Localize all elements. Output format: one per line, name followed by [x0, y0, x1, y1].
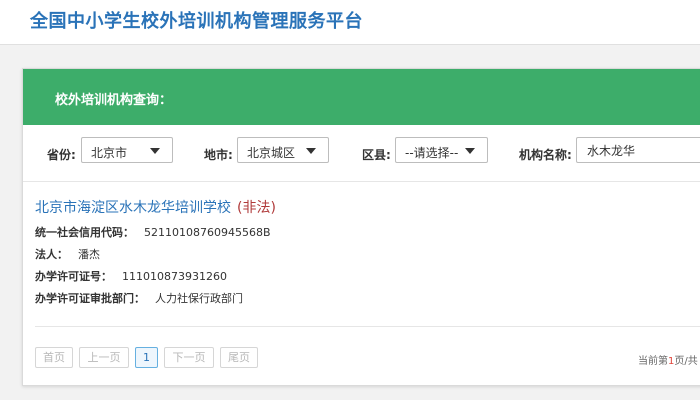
license-no-label: 办学许可证号：: [35, 270, 112, 283]
top-bar: 全国中小学生校外培训机构管理服务平台: [0, 0, 700, 45]
license-no-line: 办学许可证号： 111010873931260: [35, 268, 227, 284]
chevron-down-icon: [306, 148, 316, 154]
license-no-value: 111010873931260: [122, 270, 227, 283]
credit-code-label: 统一社会信用代码：: [35, 226, 134, 239]
last-page-button[interactable]: 尾页: [220, 347, 258, 368]
divider: [35, 326, 700, 327]
page-info-suffix: 页/共: [674, 356, 698, 367]
chevron-down-icon: [465, 148, 475, 154]
panel-title: 校外培训机构查询：: [55, 93, 173, 108]
page-1-button[interactable]: 1: [135, 347, 158, 368]
org-name-link[interactable]: 北京市海淀区水木龙华培训学校: [35, 200, 231, 216]
credit-code-value: 52110108760945568B: [144, 226, 271, 239]
site-title: 全国中小学生校外培训机构管理服务平台: [30, 11, 363, 32]
district-label: 区县:: [362, 148, 391, 162]
province-select-value: 北京市: [91, 146, 128, 160]
city-select-value: 北京城区: [247, 146, 296, 160]
prev-page-button[interactable]: 上一页: [79, 347, 129, 368]
panel-header: 校外培训机构查询：: [23, 69, 700, 125]
approval-dept-line: 办学许可证审批部门： 人力社保行政部门: [35, 290, 243, 306]
chevron-down-icon: [150, 148, 160, 154]
city-select[interactable]: 北京城区: [237, 137, 329, 163]
legal-person-line: 法人： 潘杰: [35, 246, 100, 262]
credit-code-line: 统一社会信用代码： 52110108760945568B: [35, 224, 271, 240]
search-panel: 校外培训机构查询： 省份: 北京市 地市: 北京城区 区县: --请选择-- 机…: [22, 68, 700, 386]
approval-dept-label: 办学许可证审批部门：: [35, 292, 145, 305]
district-select[interactable]: --请选择--: [395, 137, 488, 163]
first-page-button[interactable]: 首页: [35, 347, 73, 368]
province-select[interactable]: 北京市: [81, 137, 173, 163]
district-select-value: --请选择--: [405, 146, 459, 160]
legal-person-label: 法人：: [35, 248, 68, 261]
province-label: 省份:: [47, 148, 76, 162]
org-name-label: 机构名称:: [519, 148, 572, 162]
org-name-input[interactable]: [576, 137, 700, 163]
status-badge: (非法): [237, 200, 276, 216]
city-label: 地市:: [204, 148, 233, 162]
page-info: 当前第1页/共: [638, 352, 698, 367]
org-name: 北京市海淀区水木龙华培训学校 (非法): [35, 197, 276, 217]
filter-row: 省份: 北京市 地市: 北京城区 区县: --请选择-- 机构名称:: [23, 125, 700, 182]
page-info-prefix: 当前第: [638, 356, 668, 367]
approval-dept-value: 人力社保行政部门: [155, 292, 243, 305]
next-page-button[interactable]: 下一页: [164, 347, 214, 368]
legal-person-value: 潘杰: [78, 248, 100, 261]
